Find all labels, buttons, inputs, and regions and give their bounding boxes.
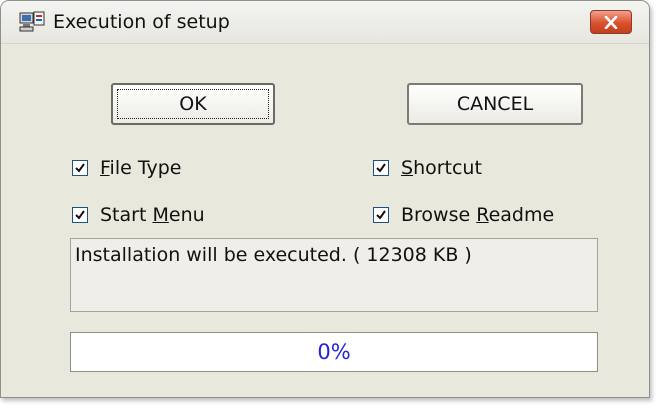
window-title: Execution of setup xyxy=(53,11,230,33)
title-bar[interactable]: Execution of setup xyxy=(1,1,649,44)
checkmark-icon xyxy=(75,210,85,220)
status-message-box: Installation will be executed. ( 12308 K… xyxy=(70,238,598,312)
progress-percent: 0% xyxy=(317,340,351,364)
checkbox-label: Browse Readme xyxy=(401,204,555,226)
ok-button[interactable]: OK xyxy=(111,83,275,125)
checkbox-label: Shortcut xyxy=(401,157,482,179)
checkmark-icon xyxy=(376,210,386,220)
checkmark-icon xyxy=(376,163,386,173)
checkbox-box[interactable] xyxy=(373,207,389,223)
checkbox-box[interactable] xyxy=(373,160,389,176)
focus-rectangle xyxy=(117,89,269,119)
checkbox-box[interactable] xyxy=(72,160,88,176)
cancel-button[interactable]: CANCEL xyxy=(407,83,583,125)
close-icon xyxy=(604,16,618,29)
checkbox-start-menu[interactable]: Start Menu xyxy=(72,204,205,226)
close-button[interactable] xyxy=(590,10,632,34)
progress-bar: 0% xyxy=(70,332,598,372)
checkbox-file-type[interactable]: File Type xyxy=(72,157,181,179)
checkbox-label: Start Menu xyxy=(100,204,205,226)
checkbox-box[interactable] xyxy=(72,207,88,223)
setup-dialog: Execution of setup OK CANCEL File Type S… xyxy=(0,0,650,398)
checkbox-shortcut[interactable]: Shortcut xyxy=(373,157,482,179)
checkbox-label: File Type xyxy=(100,157,182,179)
checkmark-icon xyxy=(75,163,85,173)
setup-computer-icon xyxy=(19,11,45,33)
status-text: Installation will be executed. ( 12308 K… xyxy=(75,244,472,266)
cancel-button-label: CANCEL xyxy=(456,93,534,115)
checkbox-browse-readme[interactable]: Browse Readme xyxy=(373,204,554,226)
